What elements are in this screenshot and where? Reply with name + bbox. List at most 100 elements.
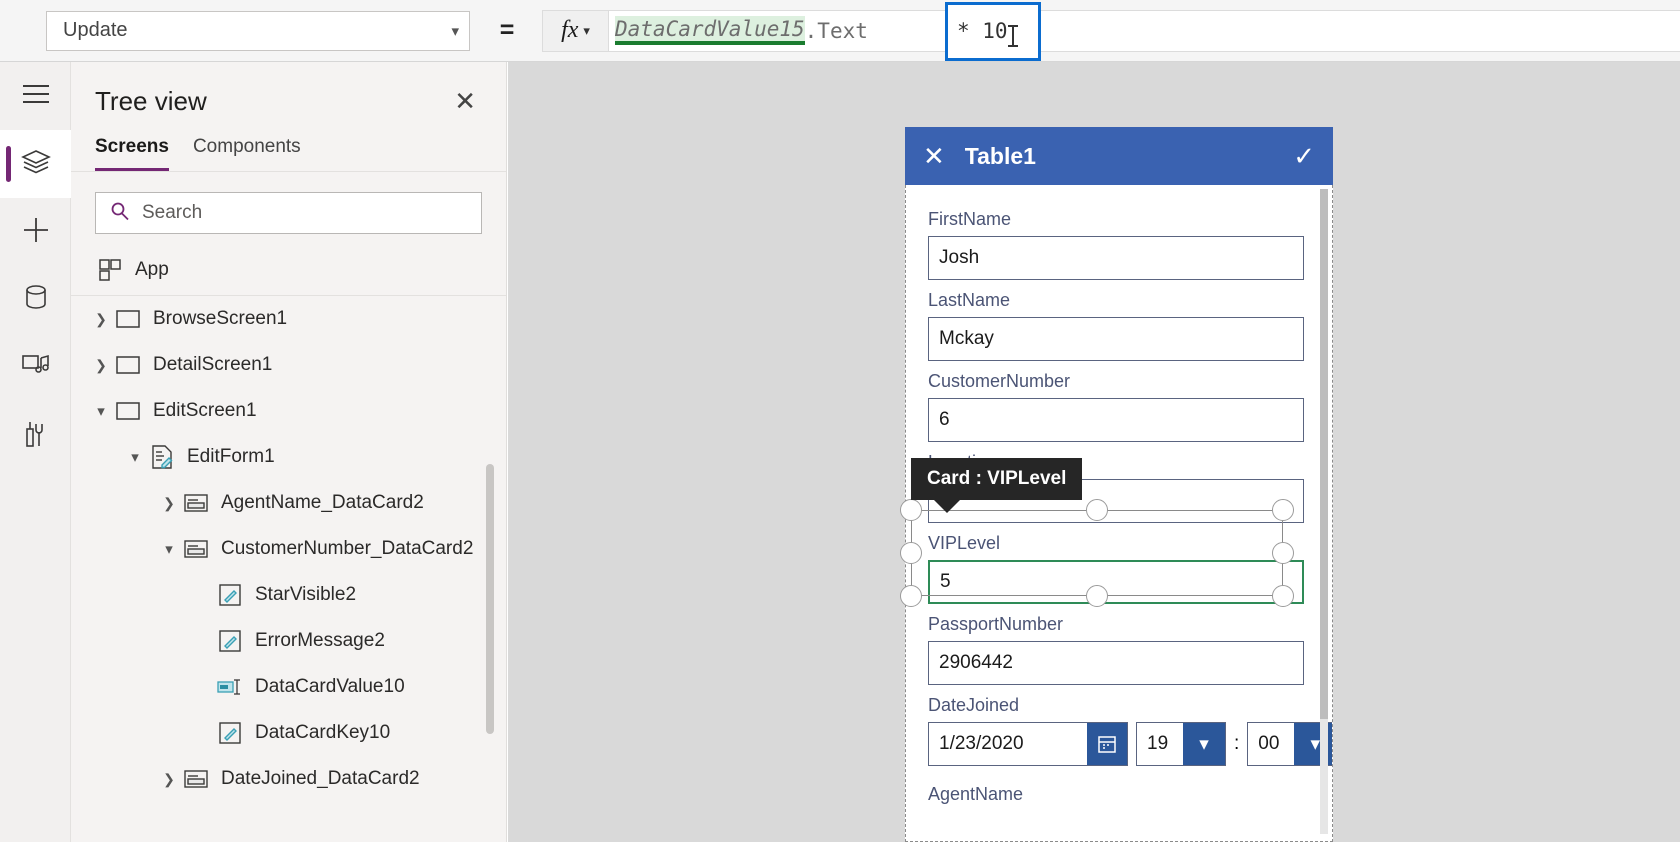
sidebar-item-data[interactable] [0, 266, 71, 334]
resize-handle[interactable] [1086, 499, 1108, 521]
field-label-lastname: LastName [928, 290, 1011, 310]
form-scrollbar-thumb[interactable] [1320, 189, 1328, 719]
date-input[interactable]: 1/23/2020 [928, 722, 1128, 766]
tree-scrollbar-thumb[interactable] [486, 464, 494, 734]
close-icon[interactable]: ✕ [446, 84, 484, 118]
minute-value: 00 [1258, 733, 1280, 754]
tab-components[interactable]: Components [193, 136, 301, 171]
field-input-lastname[interactable]: Mckay [928, 317, 1304, 361]
hamburger-menu-button[interactable] [0, 62, 71, 130]
sidebar-item-insert[interactable] [0, 198, 71, 266]
field-label-passportnumber: PassportNumber [928, 614, 1064, 634]
search-placeholder: Search [142, 202, 203, 223]
sidebar-item-tree-view[interactable] [0, 130, 71, 198]
field-input-firstname[interactable]: Josh [928, 236, 1304, 280]
tree-item-datejoined_datacard2[interactable]: ❯ DateJoined_DataCard2 [71, 756, 506, 802]
chevron-right-icon[interactable]: ❯ [89, 357, 113, 374]
resize-handle[interactable] [1086, 585, 1108, 607]
form-title: Table1 [964, 142, 1036, 169]
datacard-icon [181, 494, 211, 512]
tab-screens[interactable]: Screens [95, 136, 169, 171]
tree-item-label: StarVisible2 [255, 584, 357, 605]
tree-item-label: App [135, 258, 169, 280]
text-cursor-icon [1008, 24, 1018, 47]
form-header-bar: ✕ Table1 ✓ [905, 127, 1333, 185]
formula-selection-box[interactable]: * 10 [945, 1, 1041, 61]
tree-item-editscreen1[interactable]: ▾ EditScreen1 [71, 388, 506, 434]
property-select[interactable]: Update ▾ [46, 10, 470, 51]
resize-handle[interactable] [1272, 499, 1294, 521]
chevron-down-icon: ▾ [451, 22, 459, 40]
resize-handle[interactable] [900, 585, 922, 607]
tree-item-label: CustomerNumber_DataCard2 [221, 538, 474, 559]
chevron-down-icon[interactable]: ▾ [1183, 723, 1225, 765]
form-icon [147, 445, 177, 469]
chevron-down-icon[interactable]: ▾ [157, 540, 181, 558]
card-tooltip: Card : VIPLevel [911, 458, 1083, 513]
equals-sign: = [499, 16, 515, 44]
tree-item-editform1[interactable]: ▾ EditForm1 [71, 434, 506, 480]
screen-preview: ✕ Table1 ✓ FirstName Josh LastName Mckay Cus… [900, 127, 1333, 842]
formula-bar: Update ▾ = fx ▾ DataCardValue15 .Text * 1… [0, 0, 1680, 62]
hour-dropdown[interactable]: 19 ▾ [1136, 722, 1226, 766]
sidebar-item-advanced-tools[interactable] [0, 402, 71, 470]
tree-item-browsescreen1[interactable]: ❯ BrowseScreen1 [71, 296, 506, 342]
hamburger-menu-icon [21, 83, 51, 110]
datejoined-row: 1/23/2020 19 ▾:00 ▾ [928, 722, 1332, 766]
screen-icon [113, 310, 143, 328]
property-select-value: Update [63, 19, 128, 41]
resize-handle[interactable] [1272, 542, 1294, 564]
media-icon [21, 352, 51, 385]
search-input[interactable]: Search [95, 192, 482, 234]
tree-item-errormessage2[interactable]: ErrorMessage2 [71, 618, 506, 664]
field-input-viplevel[interactable]: 5 [928, 560, 1304, 604]
label-icon [215, 584, 245, 606]
chevron-right-icon[interactable]: ❯ [157, 495, 181, 512]
plus-icon [21, 215, 51, 250]
field-input-customernumber[interactable]: 6 [928, 398, 1304, 442]
chevron-right-icon[interactable]: ❯ [89, 311, 113, 328]
form-close-icon[interactable]: ✕ [923, 143, 945, 169]
chevron-right-icon[interactable]: ❯ [157, 771, 181, 788]
formula-identifier-token: DataCardValue15 [615, 16, 805, 45]
chevron-down-icon[interactable]: ▾ [123, 448, 147, 466]
formula-input[interactable]: DataCardValue15 .Text * 10 [608, 1, 1680, 61]
left-icon-rail [0, 62, 71, 842]
field-label-datejoined: DateJoined [928, 695, 1020, 715]
calendar-icon[interactable] [1087, 723, 1127, 765]
resize-handle[interactable] [900, 499, 922, 521]
fx-icon: fx [561, 17, 579, 43]
tree-item-agentname_datacard2[interactable]: ❯ AgentName_DataCard2 [71, 480, 506, 526]
tree-item-starvisible2[interactable]: StarVisible2 [71, 572, 506, 618]
database-icon [23, 283, 49, 318]
hour-value: 19 [1147, 733, 1169, 754]
layers-icon [20, 148, 51, 181]
edit-form: FirstName Josh LastName Mckay CustomerNumber… [905, 185, 1333, 842]
screen-icon [113, 402, 143, 420]
resize-handle[interactable] [1272, 585, 1294, 607]
form-submit-checkmark-icon[interactable]: ✓ [1293, 141, 1315, 172]
tooltip-text: Card : VIPLevel [927, 468, 1067, 489]
tree-item-datacardvalue10[interactable]: DataCardValue10 [71, 664, 506, 710]
tree-item-label: EditForm1 [187, 446, 275, 467]
label-icon [215, 722, 245, 744]
field-input-passportnumber[interactable]: 2906442 [928, 641, 1304, 685]
form-scrollbar[interactable] [1320, 189, 1328, 834]
field-label-viplevel: VIPLevel [928, 533, 1001, 553]
resize-handle[interactable] [900, 542, 922, 564]
sidebar-item-media[interactable] [0, 334, 71, 402]
tree-item-label: AgentName_DataCard2 [221, 492, 424, 513]
fx-button[interactable]: fx ▾ [542, 9, 608, 52]
tree-view-panel: Tree view ✕ Screens Components Search Ap… [71, 62, 507, 842]
time-separator: : [1234, 733, 1240, 754]
datacard-icon [181, 540, 211, 558]
tree-item-label: DetailScreen1 [153, 354, 273, 375]
tree-item-app[interactable]: App [71, 244, 506, 296]
tree-item-detailscreen1[interactable]: ❯ DetailScreen1 [71, 342, 506, 388]
formula-selection-text: * 10 [957, 19, 1008, 43]
field-label-customernumber: CustomerNumber [928, 371, 1071, 391]
screen-icon [113, 356, 143, 374]
tree-item-datacardkey10[interactable]: DataCardKey10 [71, 710, 506, 756]
tree-item-customernumber_datacard2[interactable]: ▾ CustomerNumber_DataCard2 [71, 526, 506, 572]
chevron-down-icon[interactable]: ▾ [89, 402, 113, 420]
